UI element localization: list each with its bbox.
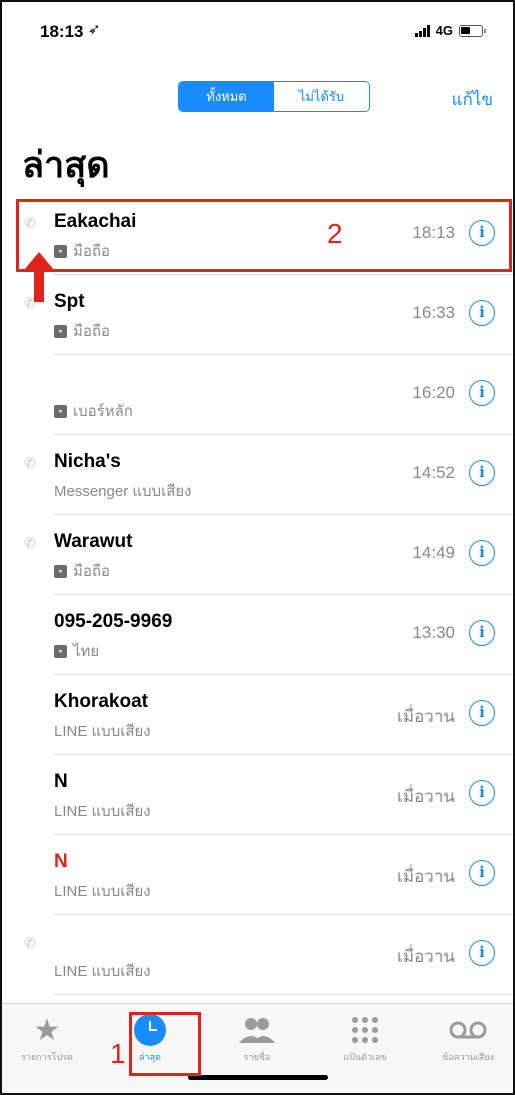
sim-icon: ▪ [54, 564, 67, 578]
location-icon: ➶ [88, 21, 101, 38]
call-row[interactable]: ▪ เบอร์หลัก 16:20 i [2, 355, 513, 435]
home-indicator [188, 1075, 328, 1080]
keypad-icon [320, 1012, 410, 1048]
tab-label: แป้นตัวเลข [343, 1052, 387, 1062]
call-type: ▪ มือถือ [54, 559, 110, 583]
call-row[interactable]: Khorakoat LINE แบบเสียง เมื่อวาน i [2, 675, 513, 755]
tab-contacts[interactable]: รายชื่อ [212, 1012, 302, 1064]
call-time: 16:20 [412, 383, 455, 402]
tab-label: รายการโปรด [21, 1052, 73, 1062]
call-type-label: ไทย [73, 643, 100, 660]
caller-name: 095-205-9969 [54, 611, 173, 632]
sim-icon: ▪ [54, 644, 67, 658]
edit-button[interactable]: แก้ไข [452, 86, 493, 113]
call-time: เมื่อวาน [397, 787, 455, 806]
call-type-label: เบอร์หลัก [73, 403, 133, 420]
call-type: LINE แบบเสียง [54, 799, 151, 823]
call-time: 16:33 [412, 303, 455, 322]
filter-missed-tab[interactable]: ไม่ได้รับ [274, 82, 369, 111]
call-row[interactable]: ✆ LINE แบบเสียง เมื่อวาน i [2, 915, 513, 995]
call-row[interactable]: ✆ Warawut ▪ มือถือ 14:49 i [2, 515, 513, 595]
call-type-label: มือถือ [73, 563, 110, 580]
annotation-box-1 [129, 1012, 201, 1076]
call-type: ▪ เบอร์หลัก [54, 399, 133, 423]
info-icon[interactable]: i [469, 700, 495, 726]
caller-name: N [54, 771, 68, 792]
page-title: ล่าสุด [22, 144, 110, 185]
sim-icon: ▪ [54, 404, 67, 418]
call-type: Messenger แบบเสียง [54, 479, 191, 503]
annotation-box-2 [16, 199, 512, 272]
row-divider [54, 994, 513, 995]
star-icon: ★ [33, 1013, 61, 1047]
tab-keypad[interactable]: แป้นตัวเลข [320, 1012, 410, 1064]
info-icon[interactable]: i [469, 300, 495, 326]
call-type-label: LINE แบบเสียง [54, 963, 151, 980]
call-row[interactable]: N LINE แบบเสียง เมื่อวาน i [2, 755, 513, 835]
tab-label: รายชื่อ [243, 1052, 271, 1062]
call-type: ▪ มือถือ [54, 319, 110, 343]
info-icon[interactable]: i [469, 620, 495, 646]
call-time: 14:49 [412, 543, 455, 562]
caller-name: N [54, 851, 68, 872]
call-type-label: LINE แบบเสียง [54, 723, 151, 740]
status-time: 18:13 [40, 22, 84, 41]
call-type-label: LINE แบบเสียง [54, 803, 151, 820]
caller-name: Nicha's [54, 451, 121, 472]
filter-all-tab[interactable]: ทั้งหมด [179, 82, 274, 111]
outgoing-call-icon: ✆ [24, 455, 36, 471]
call-type: ▪ ไทย [54, 639, 99, 663]
info-icon[interactable]: i [469, 380, 495, 406]
call-type-label: LINE แบบเสียง [54, 883, 151, 900]
caller-name: Khorakoat [54, 691, 148, 712]
call-time: เมื่อวาน [397, 947, 455, 966]
call-time: 13:30 [412, 623, 455, 642]
call-type: LINE แบบเสียง [54, 879, 151, 903]
annotation-number-1: 1 [110, 1038, 126, 1069]
caller-name: Warawut [54, 531, 133, 552]
call-row[interactable]: N LINE แบบเสียง เมื่อวาน i [2, 835, 513, 915]
call-filter-control: ทั้งหมด ไม่ได้รับ [178, 81, 370, 112]
signal-icon [414, 24, 430, 37]
outgoing-call-icon: ✆ [24, 535, 36, 551]
call-type-label: มือถือ [73, 323, 110, 340]
tab-label: ข้อความเสียง [442, 1052, 494, 1062]
call-row[interactable]: ✆ Spt ▪ มือถือ 16:33 i [2, 275, 513, 355]
call-time: 14:52 [412, 463, 455, 482]
voicemail-icon [423, 1012, 513, 1048]
call-row[interactable]: 095-205-9969 ▪ ไทย 13:30 i [2, 595, 513, 675]
call-time: เมื่อวาน [397, 707, 455, 726]
tab-favorites[interactable]: ★ รายการโปรด [2, 1012, 92, 1064]
info-icon[interactable]: i [469, 460, 495, 486]
info-icon[interactable]: i [469, 780, 495, 806]
sim-icon: ▪ [54, 324, 67, 338]
call-time: เมื่อวาน [397, 867, 455, 886]
caller-name: Spt [54, 291, 85, 312]
info-icon[interactable]: i [469, 860, 495, 886]
call-type-label: Messenger แบบเสียง [54, 483, 192, 500]
contacts-icon [212, 1012, 302, 1048]
tab-voicemail[interactable]: ข้อความเสียง [423, 1012, 513, 1064]
info-icon[interactable]: i [469, 940, 495, 966]
network-type: 4G [435, 23, 453, 38]
annotation-arrow-icon [24, 252, 54, 302]
annotation-number-2: 2 [327, 218, 343, 249]
call-type: LINE แบบเสียง [54, 719, 151, 743]
call-row[interactable]: ✆ Nicha's Messenger แบบเสียง 14:52 i [2, 435, 513, 515]
status-right: 4G [414, 23, 486, 38]
status-bar: 18:13 ➶ 4G [2, 0, 513, 70]
outgoing-call-icon: ✆ [24, 935, 36, 951]
battery-icon [459, 24, 486, 37]
call-type: LINE แบบเสียง [54, 959, 151, 983]
info-icon[interactable]: i [469, 540, 495, 566]
